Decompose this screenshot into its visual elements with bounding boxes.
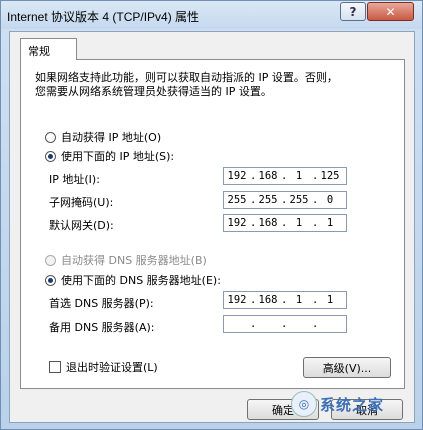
radio-manual-dns[interactable]: 使用下面的 DNS 服务器地址(E): [45, 272, 221, 288]
advanced-button[interactable]: 高级(V)... [303, 357, 391, 378]
adns-dot: . [281, 318, 288, 330]
ip-address-label: IP 地址(I): [49, 173, 100, 186]
radio-manual-ip-label: 使用下面的 IP 地址(S): [61, 150, 175, 163]
radio-auto-ip[interactable]: 自动获得 IP 地址(O) [45, 129, 161, 145]
description-line-1: 如果网络支持此功能，则可以获取自动指派的 IP 设置。否则， [35, 71, 338, 84]
gateway-octet-2[interactable]: 168 [255, 217, 281, 229]
radio-manual-dns-circle[interactable] [45, 274, 56, 286]
pdns-octet-3[interactable]: 1 [286, 294, 312, 306]
title-bar: Internet 协议版本 4 (TCP/IPv4) 属性 ? ✕ [1, 1, 422, 29]
validate-label: 退出时验证设置(L) [66, 361, 158, 374]
validate-checkbox[interactable] [49, 361, 61, 373]
radio-auto-dns-label: 自动获得 DNS 服务器地址(B) [61, 254, 207, 267]
help-icon: ? [349, 4, 357, 19]
description-text: 如果网络支持此功能，则可以获取自动指派的 IP 设置。否则， 您需要从网络系统管… [35, 71, 385, 99]
gateway-octet-4[interactable]: 1 [317, 217, 343, 229]
dialog-window: Internet 协议版本 4 (TCP/IPv4) 属性 ? ✕ 常规 如果网… [0, 0, 423, 430]
close-icon: ✕ [385, 4, 396, 19]
watermark: ◎ 系统之家 [291, 389, 411, 419]
radio-manual-ip[interactable]: 使用下面的 IP 地址(S): [45, 148, 174, 164]
adns-dot: . [250, 318, 257, 330]
mask-octet-1[interactable]: 255 [224, 194, 250, 206]
tab-general[interactable]: 常规 [20, 38, 77, 60]
ip-octet-2[interactable]: 168 [255, 170, 281, 182]
radio-auto-dns-circle[interactable] [45, 254, 56, 266]
subnet-mask-label: 子网掩码(U): [49, 196, 114, 209]
radio-auto-ip-label: 自动获得 IP 地址(O) [61, 131, 162, 144]
pdns-octet-4[interactable]: 1 [317, 294, 343, 306]
alternate-dns-field[interactable]: . . . [223, 315, 347, 333]
watermark-text: 系统之家 [320, 395, 385, 414]
radio-manual-dns-label: 使用下面的 DNS 服务器地址(E): [61, 274, 221, 287]
gateway-field[interactable]: 192. 168. 1. 1 [223, 214, 347, 232]
radio-auto-ip-circle[interactable] [45, 131, 56, 143]
adns-dot: . [312, 318, 319, 330]
watermark-logo-icon: ◎ [291, 391, 317, 417]
window-title: Internet 协议版本 4 (TCP/IPv4) 属性 [7, 10, 200, 24]
ip-octet-4[interactable]: 125 [317, 170, 343, 182]
help-button[interactable]: ? [340, 2, 366, 21]
description-line-2: 您需要从网络系统管理员处获得适当的 IP 设置。 [35, 85, 272, 98]
preferred-dns-label: 首选 DNS 服务器(P): [49, 297, 154, 310]
close-button[interactable]: ✕ [367, 2, 414, 21]
pdns-octet-1[interactable]: 192 [224, 294, 250, 306]
watermark-text-block: 系统之家 [320, 394, 384, 415]
pdns-octet-2[interactable]: 168 [255, 294, 281, 306]
gateway-octet-1[interactable]: 192 [224, 217, 250, 229]
gateway-label: 默认网关(D): [49, 219, 114, 232]
subnet-mask-field[interactable]: 255. 255. 255. 0 [223, 191, 347, 209]
radio-manual-ip-circle[interactable] [45, 150, 56, 162]
gateway-octet-3[interactable]: 1 [286, 217, 312, 229]
mask-octet-4[interactable]: 0 [317, 194, 343, 206]
preferred-dns-field[interactable]: 192. 168. 1. 1 [223, 291, 347, 309]
radio-auto-dns[interactable]: 自动获得 DNS 服务器地址(B) [45, 252, 207, 268]
ip-octet-1[interactable]: 192 [224, 170, 250, 182]
ip-octet-3[interactable]: 1 [286, 170, 312, 182]
mask-octet-3[interactable]: 255 [286, 194, 312, 206]
ip-address-field[interactable]: 192. 168. 1. 125 [223, 167, 347, 185]
validate-on-exit[interactable]: 退出时验证设置(L) [49, 359, 158, 375]
mask-octet-2[interactable]: 255 [255, 194, 281, 206]
alternate-dns-label: 备用 DNS 服务器(A): [49, 321, 155, 334]
